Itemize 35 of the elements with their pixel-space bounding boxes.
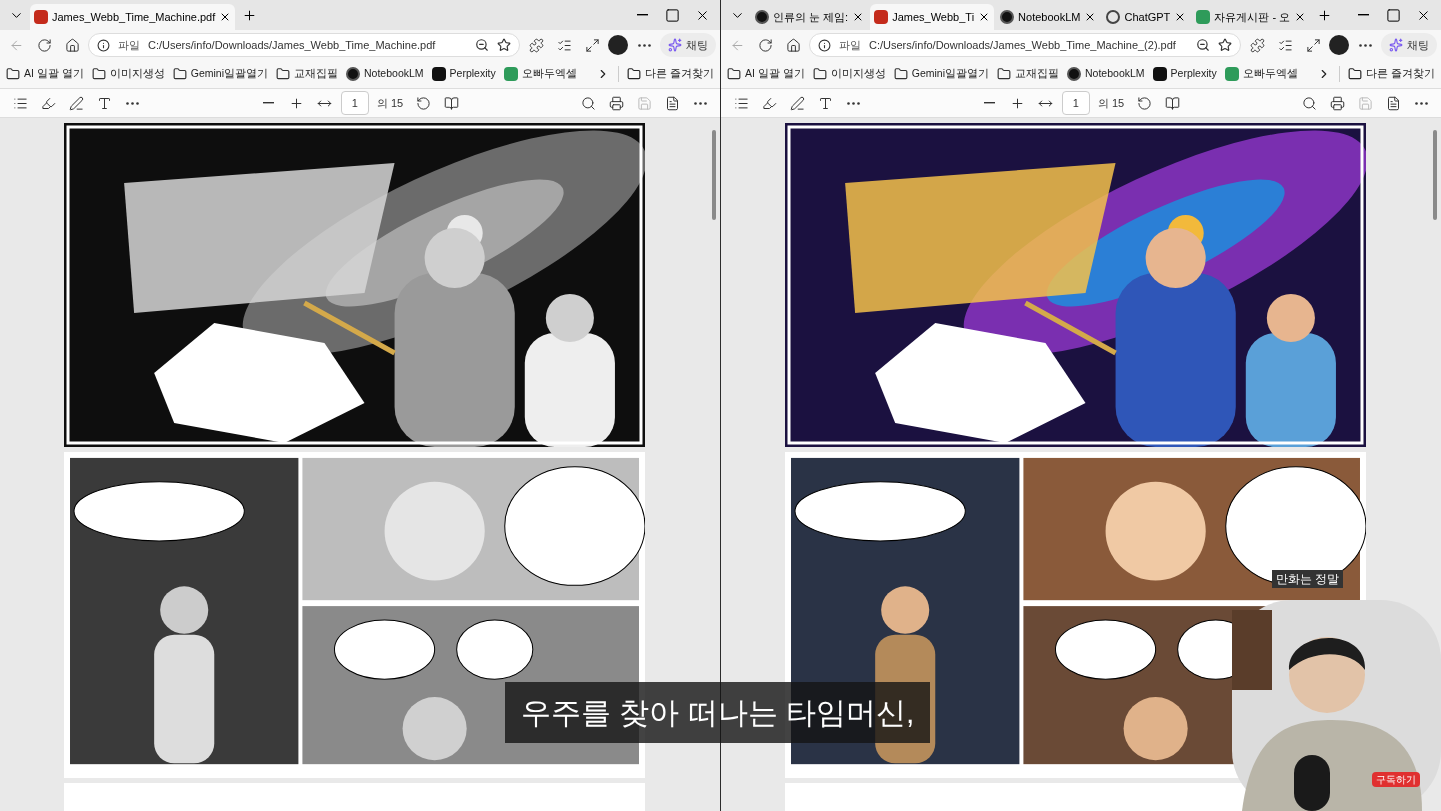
browser-tab[interactable]: 인류의 눈 제임: <box>751 4 869 30</box>
browser-tab[interactable]: James_Webb_Ti <box>870 4 995 30</box>
bookmark-item[interactable]: 이미지생성 <box>812 66 886 82</box>
url-text: C:/Users/info/Downloads/James_Webb_Time_Machine_(2).pdf <box>869 37 1177 53</box>
scheme-label: 파일 <box>839 37 861 53</box>
url-text: C:/Users/info/Downloads/James_Webb_Time_Machine.pdf <box>148 37 437 53</box>
address-bar[interactable]: 파일 C:/Users/info/Downloads/James_Webb_Time_Machine.pdf <box>88 33 520 57</box>
bookmark-folder[interactable]: 다른 즐겨찾기 <box>618 66 714 82</box>
bookmark-item[interactable]: Perplexity <box>1152 66 1217 82</box>
bookmark-folder[interactable]: 다른 즐겨찾기 <box>1339 66 1435 82</box>
copilot-button[interactable]: 채팅 <box>660 33 716 57</box>
bookmark-item[interactable]: 교재집필 <box>276 66 339 82</box>
bookmark-item[interactable]: NotebookLM <box>346 66 424 82</box>
browser-tab[interactable]: 자유게시판 - 오 <box>1192 4 1311 30</box>
bookmark-item[interactable]: AI 일괄 열기 <box>6 66 84 82</box>
copilot-button[interactable]: 채팅 <box>1381 33 1437 57</box>
browser-tab[interactable]: ChatGPT <box>1102 4 1191 30</box>
bookmark-item[interactable]: Gemini일괄열기 <box>893 66 990 82</box>
address-bar[interactable]: 파일 C:/Users/info/Downloads/James_Webb_Time_Machine_(2).pdf <box>809 33 1241 57</box>
bookmark-item[interactable]: AI 일괄 열기 <box>727 66 805 82</box>
page-total: 의 15 <box>375 95 405 111</box>
bookmark-item[interactable]: 교재집필 <box>997 66 1060 82</box>
page-total: 의 15 <box>1096 95 1126 111</box>
page-number-field[interactable]: 1 <box>1061 91 1090 115</box>
bookmark-item[interactable]: 이미지생성 <box>91 66 165 82</box>
bookmark-item[interactable]: NotebookLM <box>1067 66 1145 82</box>
page-number-field[interactable]: 1 <box>340 91 369 115</box>
browser-tab[interactable]: NotebookLM <box>996 4 1101 30</box>
subscribe-badge[interactable]: 구독하기 <box>1372 772 1420 787</box>
bookmark-item[interactable]: Perplexity <box>431 66 496 82</box>
browser-tab[interactable]: James_Webb_Time_Machine.pdf <box>30 4 236 30</box>
bookmark-item[interactable]: 오빠두엑셀 <box>503 66 577 82</box>
bookmark-item[interactable]: Gemini일괄열기 <box>172 66 269 82</box>
bookmark-item[interactable]: 오빠두엑셀 <box>1224 66 1298 82</box>
scheme-label: 파일 <box>118 37 140 53</box>
